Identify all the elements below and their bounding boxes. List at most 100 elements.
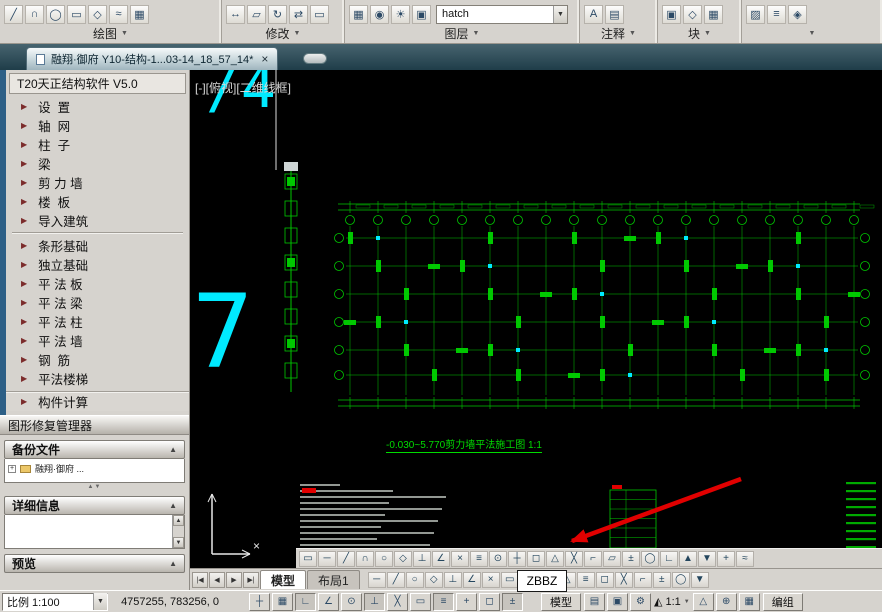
t20-menu-item[interactable]: ▶ 钢 筋 (6, 350, 189, 369)
osnap-toolbar-icon[interactable]: ○ (375, 551, 393, 567)
panel-label-draw[interactable]: 绘图 ▼ (0, 25, 221, 41)
modify-tool-icon[interactable]: ↻ (268, 5, 287, 24)
scroll-up-icon[interactable]: ▲ (173, 515, 184, 526)
t20-menu-item[interactable]: ▶ 导入建筑 (6, 211, 189, 230)
status-toggle-button[interactable]: + (456, 593, 477, 611)
layer-state-icon[interactable]: ▣ (412, 5, 431, 24)
toolbar-icon[interactable]: ≡ (767, 5, 786, 24)
layer-state-icon[interactable]: ◉ (370, 5, 389, 24)
tab-model[interactable]: 模型 (260, 570, 306, 589)
osnap-toolbar-icon[interactable]: ⌐ (584, 551, 602, 567)
modify-tool-icon[interactable]: ▭ (310, 5, 329, 24)
collapse-icon[interactable]: ▲ (169, 501, 177, 510)
tree-expand-icon[interactable]: + (8, 465, 16, 473)
modify-tool-icon[interactable]: ▱ (247, 5, 266, 24)
drawing-canvas[interactable]: [-][俯视][二维线框] /4 7 -0.030~5.770剪力墙平法施工图 … (190, 70, 882, 568)
tab-layout1[interactable]: 布局1 (307, 570, 360, 589)
model-space-button[interactable]: 模型 (541, 593, 581, 611)
t20-menu-item[interactable]: ▶ 平 法 梁 (6, 293, 189, 312)
toolbar-icon[interactable]: ▨ (746, 5, 765, 24)
block-tool-icon[interactable]: ◇ (683, 5, 702, 24)
tab-nav-button[interactable]: |◀ (192, 572, 208, 588)
osnap-toolbar-icon[interactable]: ◯ (641, 551, 659, 567)
draw-tool-icon[interactable]: ◇ (88, 5, 107, 24)
osnap-toolbar-icon[interactable]: ╱ (337, 551, 355, 567)
annotate-tool-icon[interactable]: A (584, 5, 603, 24)
backup-tree-item[interactable]: + 融翔·御府 ... (5, 459, 184, 478)
draw-tool-icon[interactable]: ▭ (67, 5, 86, 24)
panel-label-block[interactable]: 块 ▼ (658, 25, 741, 41)
t20-menu-item[interactable]: ▶ 剪 力 墙 (6, 173, 189, 192)
block-tool-icon[interactable]: ▦ (704, 5, 723, 24)
toolbar-icon[interactable]: ⊥ (444, 572, 462, 588)
scale-combo[interactable]: 比例 1:100 ▼ (2, 593, 108, 611)
toolbar-icon[interactable]: ⌐ (634, 572, 652, 588)
osnap-toolbar-icon[interactable]: ≡ (470, 551, 488, 567)
close-icon[interactable]: × (259, 52, 268, 66)
t20-menu-item-component-calc[interactable]: ▶ 构件计算 (6, 391, 189, 411)
collapse-icon[interactable]: ▲ (169, 445, 177, 454)
osnap-toolbar-icon[interactable]: ┼ (508, 551, 526, 567)
toolbar-icon[interactable]: ─ (368, 572, 386, 588)
viewport-controls[interactable]: [-][俯视][二维线框] (195, 79, 291, 96)
status-toggle-button[interactable]: ∠ (318, 593, 339, 611)
t20-menu-item[interactable]: ▶ 独立基础 (6, 255, 189, 274)
t20-menu-item[interactable]: ▶ 梁 (6, 154, 189, 173)
status-toggle-button[interactable]: ⊥ (364, 593, 385, 611)
osnap-toolbar-icon[interactable]: × (451, 551, 469, 567)
toolbar-icon[interactable]: ▭ (501, 572, 519, 588)
modify-tool-icon[interactable]: ⇄ (289, 5, 308, 24)
osnap-toolbar-icon[interactable]: ∟ (660, 551, 678, 567)
t20-menu-item[interactable]: ▶ 柱 子 (6, 135, 189, 154)
t20-menu-item[interactable]: ▶ 平 法 板 (6, 274, 189, 293)
toolbar-icon[interactable]: ▼ (691, 572, 709, 588)
t20-menu-item[interactable]: ▶ 平 法 墙 (6, 331, 189, 350)
t20-menu-item[interactable]: ▶ 轴 网 (6, 116, 189, 135)
toolbar-icon[interactable]: ∠ (463, 572, 481, 588)
osnap-toolbar-icon[interactable]: ◻ (527, 551, 545, 567)
annotation-scale-control[interactable]: ◭ 1:1 ▼ (654, 595, 690, 608)
t20-menu-item[interactable]: ▶ 设 置 (6, 97, 189, 116)
osnap-toolbar-icon[interactable]: ∠ (432, 551, 450, 567)
toolbar-icon[interactable]: ◇ (425, 572, 443, 588)
t20-menu-item[interactable]: ▶ 平法楼梯 (6, 369, 189, 388)
toolbar-icon[interactable]: ╱ (387, 572, 405, 588)
collapse-icon[interactable]: ▲ (169, 559, 177, 568)
layer-state-icon[interactable]: ☀ (391, 5, 410, 24)
toolbar-icon[interactable]: × (482, 572, 500, 588)
tab-nav-button[interactable]: ◀ (209, 572, 225, 588)
osnap-toolbar-icon[interactable]: ≈ (736, 551, 754, 567)
panel-label-extra[interactable]: ▼ (742, 25, 882, 41)
preview-header[interactable]: 预览 ▲ (4, 554, 185, 573)
status-toggle-button[interactable]: ◻ (479, 593, 500, 611)
osnap-toolbar-icon[interactable]: + (717, 551, 735, 567)
draw-tool-icon[interactable]: ∩ (25, 5, 44, 24)
osnap-toolbar-icon[interactable]: ± (622, 551, 640, 567)
toolbar-icon[interactable]: ± (653, 572, 671, 588)
status-toggle-button[interactable]: ⊙ (341, 593, 362, 611)
toolbar-icon[interactable]: ○ (406, 572, 424, 588)
modify-tool-icon[interactable]: ↔ (226, 5, 245, 24)
status-icon-button[interactable]: △ (693, 593, 714, 611)
panel-label-modify[interactable]: 修改 ▼ (222, 25, 344, 41)
toolbar-icon[interactable]: ╳ (615, 572, 633, 588)
toolbar-icon[interactable]: ◻ (596, 572, 614, 588)
status-icon-button[interactable]: ⊕ (716, 593, 737, 611)
scrollbar[interactable]: ▲ ▼ (172, 515, 184, 548)
status-icon-button[interactable]: ▤ (584, 593, 605, 611)
layer-state-icon[interactable]: ▦ (349, 5, 368, 24)
osnap-toolbar-icon[interactable]: ▲ (679, 551, 697, 567)
scroll-down-icon[interactable]: ▼ (173, 537, 184, 548)
status-toggle-button[interactable]: ╳ (387, 593, 408, 611)
osnap-toolbar-icon[interactable]: ▱ (603, 551, 621, 567)
tab-nav-button[interactable]: ▶ (226, 572, 242, 588)
status-toggle-button[interactable]: ┼ (249, 593, 270, 611)
toolbar-icon[interactable]: ≡ (577, 572, 595, 588)
draw-tool-icon[interactable]: ▦ (130, 5, 149, 24)
status-icon-button[interactable]: ⚙ (630, 593, 651, 611)
t20-menu-item[interactable]: ▶ 条形基础 (6, 236, 189, 255)
osnap-toolbar-icon[interactable]: ⊙ (489, 551, 507, 567)
toolbar-icon[interactable]: ◯ (672, 572, 690, 588)
details-header[interactable]: 详细信息 ▲ (4, 496, 185, 515)
osnap-toolbar-icon[interactable]: ▭ (299, 551, 317, 567)
